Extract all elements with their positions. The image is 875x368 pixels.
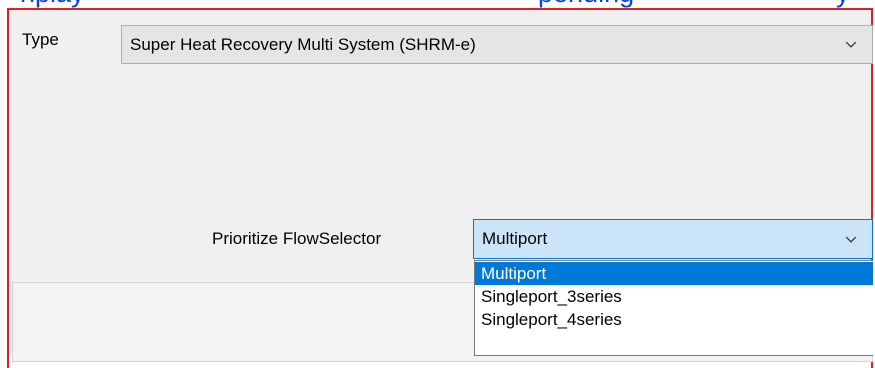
type-label: Type bbox=[22, 30, 59, 49]
prioritize-dropdown-list[interactable]: Multiport Singleport_3series Singleport_… bbox=[474, 260, 873, 356]
type-combo-value: Super Heat Recovery Multi System (SHRM-e… bbox=[130, 35, 476, 54]
type-combo[interactable]: Super Heat Recovery Multi System (SHRM-e… bbox=[121, 25, 873, 64]
clipped-heading-right-end: y bbox=[836, 0, 850, 8]
clipped-heading-left: nplay bbox=[20, 0, 85, 8]
prioritize-flowselector-label: Prioritize FlowSelector bbox=[212, 229, 382, 248]
dropdown-option-multiport[interactable]: Multiport bbox=[475, 262, 873, 285]
chevron-down-icon bbox=[845, 236, 857, 243]
chevron-down-icon bbox=[845, 41, 857, 48]
prioritize-flowselector-combo[interactable]: Multiport bbox=[473, 219, 873, 259]
dropdown-option-singleport-4series[interactable]: Singleport_4series bbox=[475, 308, 873, 331]
clipped-heading-right: pending bbox=[538, 0, 634, 8]
clipped-heading-text: nplay pending y bbox=[0, 0, 875, 8]
dropdown-option-singleport-3series[interactable]: Singleport_3series bbox=[475, 285, 873, 308]
prioritize-combo-value: Multiport bbox=[482, 229, 548, 248]
